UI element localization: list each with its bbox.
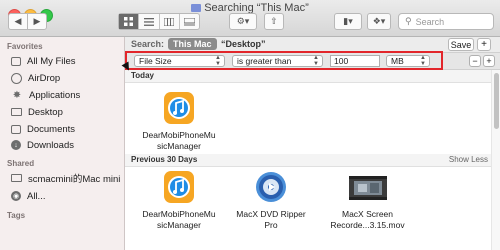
search-input[interactable]: ⚲ Search — [398, 13, 494, 30]
gear-icon: ⚙▾ — [236, 16, 250, 26]
coverflow-view-icon — [183, 17, 195, 25]
search-icon: ⚲ — [405, 16, 412, 26]
dropbox-icon: ❖▾ — [372, 16, 386, 26]
section-label: Previous 30 Days — [131, 155, 198, 164]
column-view-icon — [164, 17, 175, 26]
sidebar-item-label: Documents — [27, 123, 76, 135]
video-file-icon — [348, 168, 388, 206]
file-name-line1: DearMobiPhoneMu — [142, 209, 216, 219]
select-arrows-icon: ▲ ▼ — [313, 55, 319, 67]
favorites-header: Favorites — [7, 42, 43, 51]
back-button[interactable]: ◀ — [8, 13, 28, 30]
operator-select[interactable]: is greater than ▲ ▼ — [232, 55, 323, 67]
dvd-ripper-app-icon — [254, 168, 288, 206]
sidebar-item-label: Desktop — [28, 106, 63, 118]
share-button[interactable]: ⇧ — [264, 13, 284, 30]
operator-value: is greater than — [237, 56, 292, 66]
sidebar: Favorites All My Files AirDrop ✸ Applica… — [0, 37, 125, 250]
list-view-button[interactable] — [139, 14, 160, 29]
file-name-line1: MacX Screen — [341, 209, 394, 219]
section-header-today: Today — [125, 70, 500, 83]
sidebar-item-documents[interactable]: Documents — [11, 122, 75, 136]
sidebar-item-label: Applications — [29, 89, 81, 101]
file-name-line1: MacX DVD Ripper — [236, 209, 306, 219]
sidebar-item-label: All My Files — [27, 55, 76, 67]
search-placeholder: Search — [415, 16, 445, 27]
arrange-button[interactable]: ⚙▾ — [229, 13, 257, 30]
chevron-left-icon: ◀ — [14, 16, 22, 26]
file-name-line2: Pro — [264, 220, 278, 230]
sidebar-item-all-network[interactable]: ◉ All... — [11, 189, 45, 203]
scope-this-mac-button[interactable]: This Mac — [168, 38, 217, 50]
applications-icon: ✸ — [12, 89, 22, 101]
unit-select[interactable]: MB ▲ ▼ — [386, 55, 430, 67]
list-view-icon — [143, 17, 154, 26]
sidebar-item-label: AirDrop — [28, 72, 61, 84]
view-mode-group — [118, 13, 200, 30]
file-name-line2: sicManager — [157, 220, 201, 230]
show-less-link[interactable]: Show Less — [449, 155, 488, 164]
dropbox-button[interactable]: ❖▾ — [367, 13, 391, 30]
main-content: Search: This Mac “Desktop” Save + File S… — [125, 37, 500, 250]
column-view-button[interactable] — [160, 14, 180, 29]
size-value-input[interactable]: 100 — [330, 55, 380, 67]
attribute-value: File Size — [139, 56, 172, 66]
computer-icon — [11, 174, 22, 182]
search-criteria-row: File Size ▲ ▼ is greater than ▲ ▼ 100 MB ▲… — [125, 53, 500, 70]
scrollbar-thumb[interactable] — [494, 73, 499, 129]
file-item-macx-screen-recorder[interactable]: MacX Screen Recorde...3.15.mov — [320, 168, 415, 231]
sidebar-item-applications[interactable]: ✸ Applications — [11, 88, 80, 102]
itunes-app-icon — [162, 89, 196, 127]
shared-header: Shared — [7, 159, 35, 168]
file-item-dearmobi-today[interactable]: DearMobiPhoneMu sicManager — [136, 89, 222, 152]
airdrop-icon — [11, 72, 22, 84]
icon-view-button[interactable] — [119, 14, 140, 29]
all-files-icon — [11, 56, 21, 66]
sidebar-item-label: All... — [27, 190, 46, 202]
section-label: Today — [131, 71, 154, 80]
itunes-app-icon — [162, 168, 196, 206]
tags-header: Tags — [7, 211, 26, 220]
sidebar-item-label: Downloads — [27, 139, 74, 151]
documents-icon — [11, 124, 21, 134]
scope-desktop-button[interactable]: “Desktop” — [221, 39, 266, 49]
sidebar-item-desktop[interactable]: Desktop — [11, 105, 63, 119]
select-arrows-icon: ▲ ▼ — [215, 55, 221, 67]
search-scope-bar: Search: This Mac “Desktop” Save + — [125, 37, 500, 53]
add-criteria-row-button[interactable]: + — [483, 55, 495, 67]
section-header-previous: Previous 30 Days Show Less — [125, 154, 500, 167]
chevron-right-icon: ▶ — [33, 16, 41, 26]
attribute-select[interactable]: File Size ▲ ▼ — [134, 55, 225, 67]
smart-folder-icon — [191, 4, 202, 12]
file-item-dearmobi[interactable]: DearMobiPhoneMu sicManager — [136, 168, 222, 231]
select-arrows-icon: ▲ ▼ — [420, 55, 426, 67]
coverflow-view-button[interactable] — [180, 14, 199, 29]
add-criteria-button[interactable]: + — [477, 38, 491, 51]
share-icon: ⇧ — [270, 16, 278, 26]
downloads-icon: ↓ — [11, 140, 21, 150]
file-item-macx-dvd-ripper[interactable]: MacX DVD Ripper Pro — [228, 168, 314, 231]
tags-button[interactable]: ▮▾ — [334, 13, 362, 30]
sidebar-item-all-my-files[interactable]: All My Files — [11, 54, 76, 68]
search-scope-label: Search: — [131, 39, 165, 49]
sidebar-item-downloads[interactable]: ↓ Downloads — [11, 138, 74, 152]
icon-view-icon — [124, 17, 134, 26]
network-icon: ◉ — [11, 191, 21, 201]
tag-icon: ▮▾ — [343, 16, 353, 26]
file-name-line2: Recorde...3.15.mov — [330, 220, 405, 230]
sidebar-item-airdrop[interactable]: AirDrop — [11, 71, 60, 85]
file-name-line1: DearMobiPhoneMu — [142, 130, 216, 140]
desktop-icon — [11, 108, 22, 116]
save-search-button[interactable]: Save — [448, 38, 474, 51]
forward-button[interactable]: ▶ — [27, 13, 47, 30]
sidebar-item-label: scmacmini的Mac mini — [28, 174, 121, 185]
file-name-line2: sicManager — [157, 141, 201, 151]
sidebar-item-mac-mini[interactable]: scmacmini的Mac mini — [11, 171, 120, 185]
remove-criteria-button[interactable]: − — [469, 55, 481, 67]
unit-value: MB — [391, 56, 404, 66]
window-toolbar: Searching “This Mac” ◀ ▶ ⚙▾ ⇧ ▮▾ ❖▾ ⚲ Se… — [0, 0, 500, 37]
